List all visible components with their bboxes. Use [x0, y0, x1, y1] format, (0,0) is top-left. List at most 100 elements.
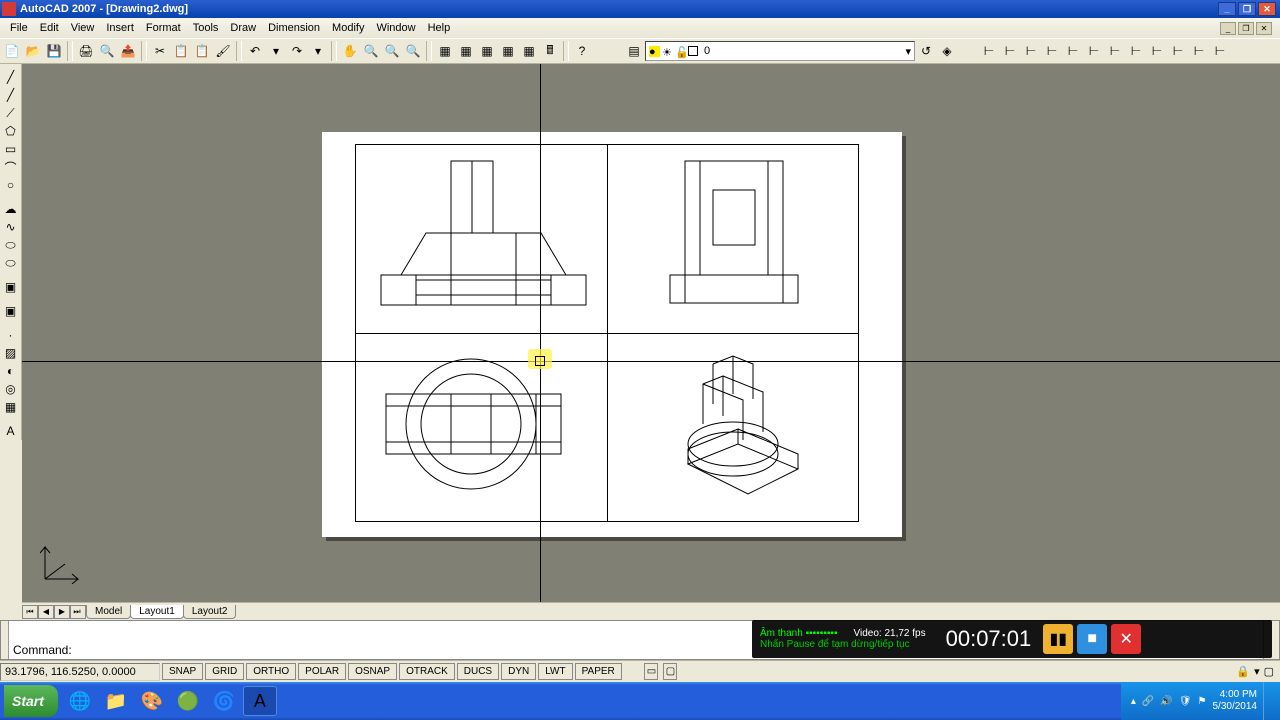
maximize-viewport-icon[interactable]: ▢ [663, 663, 677, 680]
dim-radius-icon[interactable]: ⊢ [1063, 41, 1083, 61]
dim-quick-icon[interactable]: ⊢ [1126, 41, 1146, 61]
help-icon[interactable]: ? [572, 41, 592, 61]
dim-arc-icon[interactable]: ⊢ [1021, 41, 1041, 61]
redo-drop-icon[interactable]: ▾ [308, 41, 328, 61]
doc-close-button[interactable]: ✕ [1256, 22, 1272, 35]
close-button[interactable]: ✕ [1258, 2, 1276, 16]
tray-settings-icon[interactable]: ▾ [1254, 665, 1260, 678]
model-space-icon[interactable]: ▭ [644, 663, 658, 680]
doc-minimize-button[interactable]: _ [1220, 22, 1236, 35]
match-icon[interactable]: 🖌 [213, 41, 233, 61]
revcloud-icon[interactable]: ☁ [1, 200, 21, 218]
sheet-set-icon[interactable]: ▦ [498, 41, 518, 61]
otrack-toggle[interactable]: OTRACK [399, 663, 455, 680]
layer-manager-icon[interactable]: ▤ [624, 41, 644, 61]
paste-icon[interactable]: 📋 [192, 41, 212, 61]
tray-shield-icon[interactable]: 🛡 [1179, 696, 1192, 707]
make-block-icon[interactable]: ▣ [1, 302, 21, 320]
coordinates-display[interactable]: 93.1796, 116.5250, 0.0000 [0, 663, 160, 681]
comm-center-icon[interactable]: 🔒 [1236, 665, 1250, 678]
dim-center-icon[interactable]: ⊢ [1189, 41, 1209, 61]
show-desktop-button[interactable] [1263, 682, 1270, 720]
open-icon[interactable]: 📂 [23, 41, 43, 61]
menu-insert[interactable]: Insert [100, 20, 140, 36]
menu-file[interactable]: File [4, 20, 34, 36]
dim-continue-icon[interactable]: ⊢ [1168, 41, 1188, 61]
tray-flag-icon[interactable]: ⚑ [1198, 696, 1207, 707]
minimize-button[interactable]: _ [1218, 2, 1236, 16]
rectangle-icon[interactable]: ▭ [1, 140, 21, 158]
zoom-prev-icon[interactable]: 🔍 [403, 41, 423, 61]
menu-help[interactable]: Help [422, 20, 457, 36]
layer-combo[interactable]: ● ☀ 🔓 0 ▾ [645, 41, 915, 61]
markup-icon[interactable]: ▦ [519, 41, 539, 61]
polygon-icon[interactable]: ⬠ [1, 122, 21, 140]
menu-window[interactable]: Window [370, 20, 421, 36]
publish-icon[interactable]: 📤 [118, 41, 138, 61]
mtext-icon[interactable]: A [1, 422, 21, 440]
gradient-icon[interactable]: ◐ [1, 362, 21, 380]
point-icon[interactable]: · [1, 326, 21, 344]
save-icon[interactable]: 💾 [44, 41, 64, 61]
grid-toggle[interactable]: GRID [205, 663, 244, 680]
insert-block-icon[interactable]: ▣ [1, 278, 21, 296]
polyline-icon[interactable]: ⟋ [1, 104, 21, 122]
system-tray[interactable]: ▴ 🔗 🔊 🛡 ⚑ 4:00 PM 5/30/2014 [1121, 682, 1280, 720]
zoom-window-icon[interactable]: 🔍 [382, 41, 402, 61]
doc-restore-button[interactable]: ❐ [1238, 22, 1254, 35]
maximize-button[interactable]: ❐ [1238, 2, 1256, 16]
layer-state-icon[interactable]: ◈ [937, 41, 957, 61]
tab-layout1[interactable]: Layout1 [130, 605, 184, 619]
snap-toggle[interactable]: SNAP [162, 663, 203, 680]
calc-icon[interactable]: 🖩 [540, 41, 560, 61]
plot-icon[interactable]: 🖨 [76, 41, 96, 61]
tab-layout2[interactable]: Layout2 [183, 605, 237, 619]
menu-dimension[interactable]: Dimension [262, 20, 326, 36]
preview-icon[interactable]: 🔍 [97, 41, 117, 61]
new-icon[interactable]: 📄 [2, 41, 22, 61]
lwt-toggle[interactable]: LWT [538, 663, 572, 680]
osnap-toggle[interactable]: OSNAP [348, 663, 397, 680]
ellipse-icon[interactable]: ⬭ [1, 236, 21, 254]
line-icon[interactable]: ╱ [1, 68, 21, 86]
menu-format[interactable]: Format [140, 20, 187, 36]
menu-tools[interactable]: Tools [187, 20, 225, 36]
cut-icon[interactable]: ✂ [150, 41, 170, 61]
copy-icon[interactable]: 📋 [171, 41, 191, 61]
undo-drop-icon[interactable]: ▾ [266, 41, 286, 61]
polar-toggle[interactable]: POLAR [298, 663, 346, 680]
taskbar-explorer-icon[interactable]: 📁 [99, 686, 133, 716]
clean-screen-icon[interactable]: ▢ [1264, 665, 1274, 678]
dim-aligned-icon[interactable]: ⊢ [1000, 41, 1020, 61]
paper-toggle[interactable]: PAPER [575, 663, 622, 680]
ducs-toggle[interactable]: DUCS [457, 663, 499, 680]
dyn-toggle[interactable]: DYN [501, 663, 536, 680]
taskbar-paint-icon[interactable]: 🎨 [135, 686, 169, 716]
menu-modify[interactable]: Modify [326, 20, 370, 36]
properties-icon[interactable]: ▦ [435, 41, 455, 61]
hatch-icon[interactable]: ▨ [1, 344, 21, 362]
tab-model[interactable]: Model [86, 605, 131, 619]
tab-last-button[interactable]: ⏭ [70, 605, 86, 619]
dim-linear-icon[interactable]: ⊢ [979, 41, 999, 61]
taskbar-ie-icon[interactable]: 🌐 [63, 686, 97, 716]
redo-icon[interactable]: ↷ [287, 41, 307, 61]
taskbar-app-icon[interactable]: 🌀 [207, 686, 241, 716]
recorder-pause-button[interactable]: ▮▮ [1043, 624, 1073, 654]
taskbar-chrome-icon[interactable]: 🟢 [171, 686, 205, 716]
menu-edit[interactable]: Edit [34, 20, 65, 36]
tray-volume-icon[interactable]: 🔊 [1160, 696, 1172, 707]
drawing-canvas[interactable] [22, 64, 1280, 602]
menu-view[interactable]: View [65, 20, 101, 36]
table-icon[interactable]: ▦ [1, 398, 21, 416]
design-center-icon[interactable]: ▦ [456, 41, 476, 61]
layer-prev-icon[interactable]: ↺ [916, 41, 936, 61]
command-grip[interactable] [1, 621, 9, 659]
zoom-realtime-icon[interactable]: 🔍 [361, 41, 381, 61]
dim-diameter-icon[interactable]: ⊢ [1084, 41, 1104, 61]
dim-angular-icon[interactable]: ⊢ [1105, 41, 1125, 61]
spline-icon[interactable]: ∿ [1, 218, 21, 236]
tab-first-button[interactable]: ⏮ [22, 605, 38, 619]
dim-edit-icon[interactable]: ⊢ [1210, 41, 1230, 61]
arc-icon[interactable]: ⌒ [1, 158, 21, 176]
